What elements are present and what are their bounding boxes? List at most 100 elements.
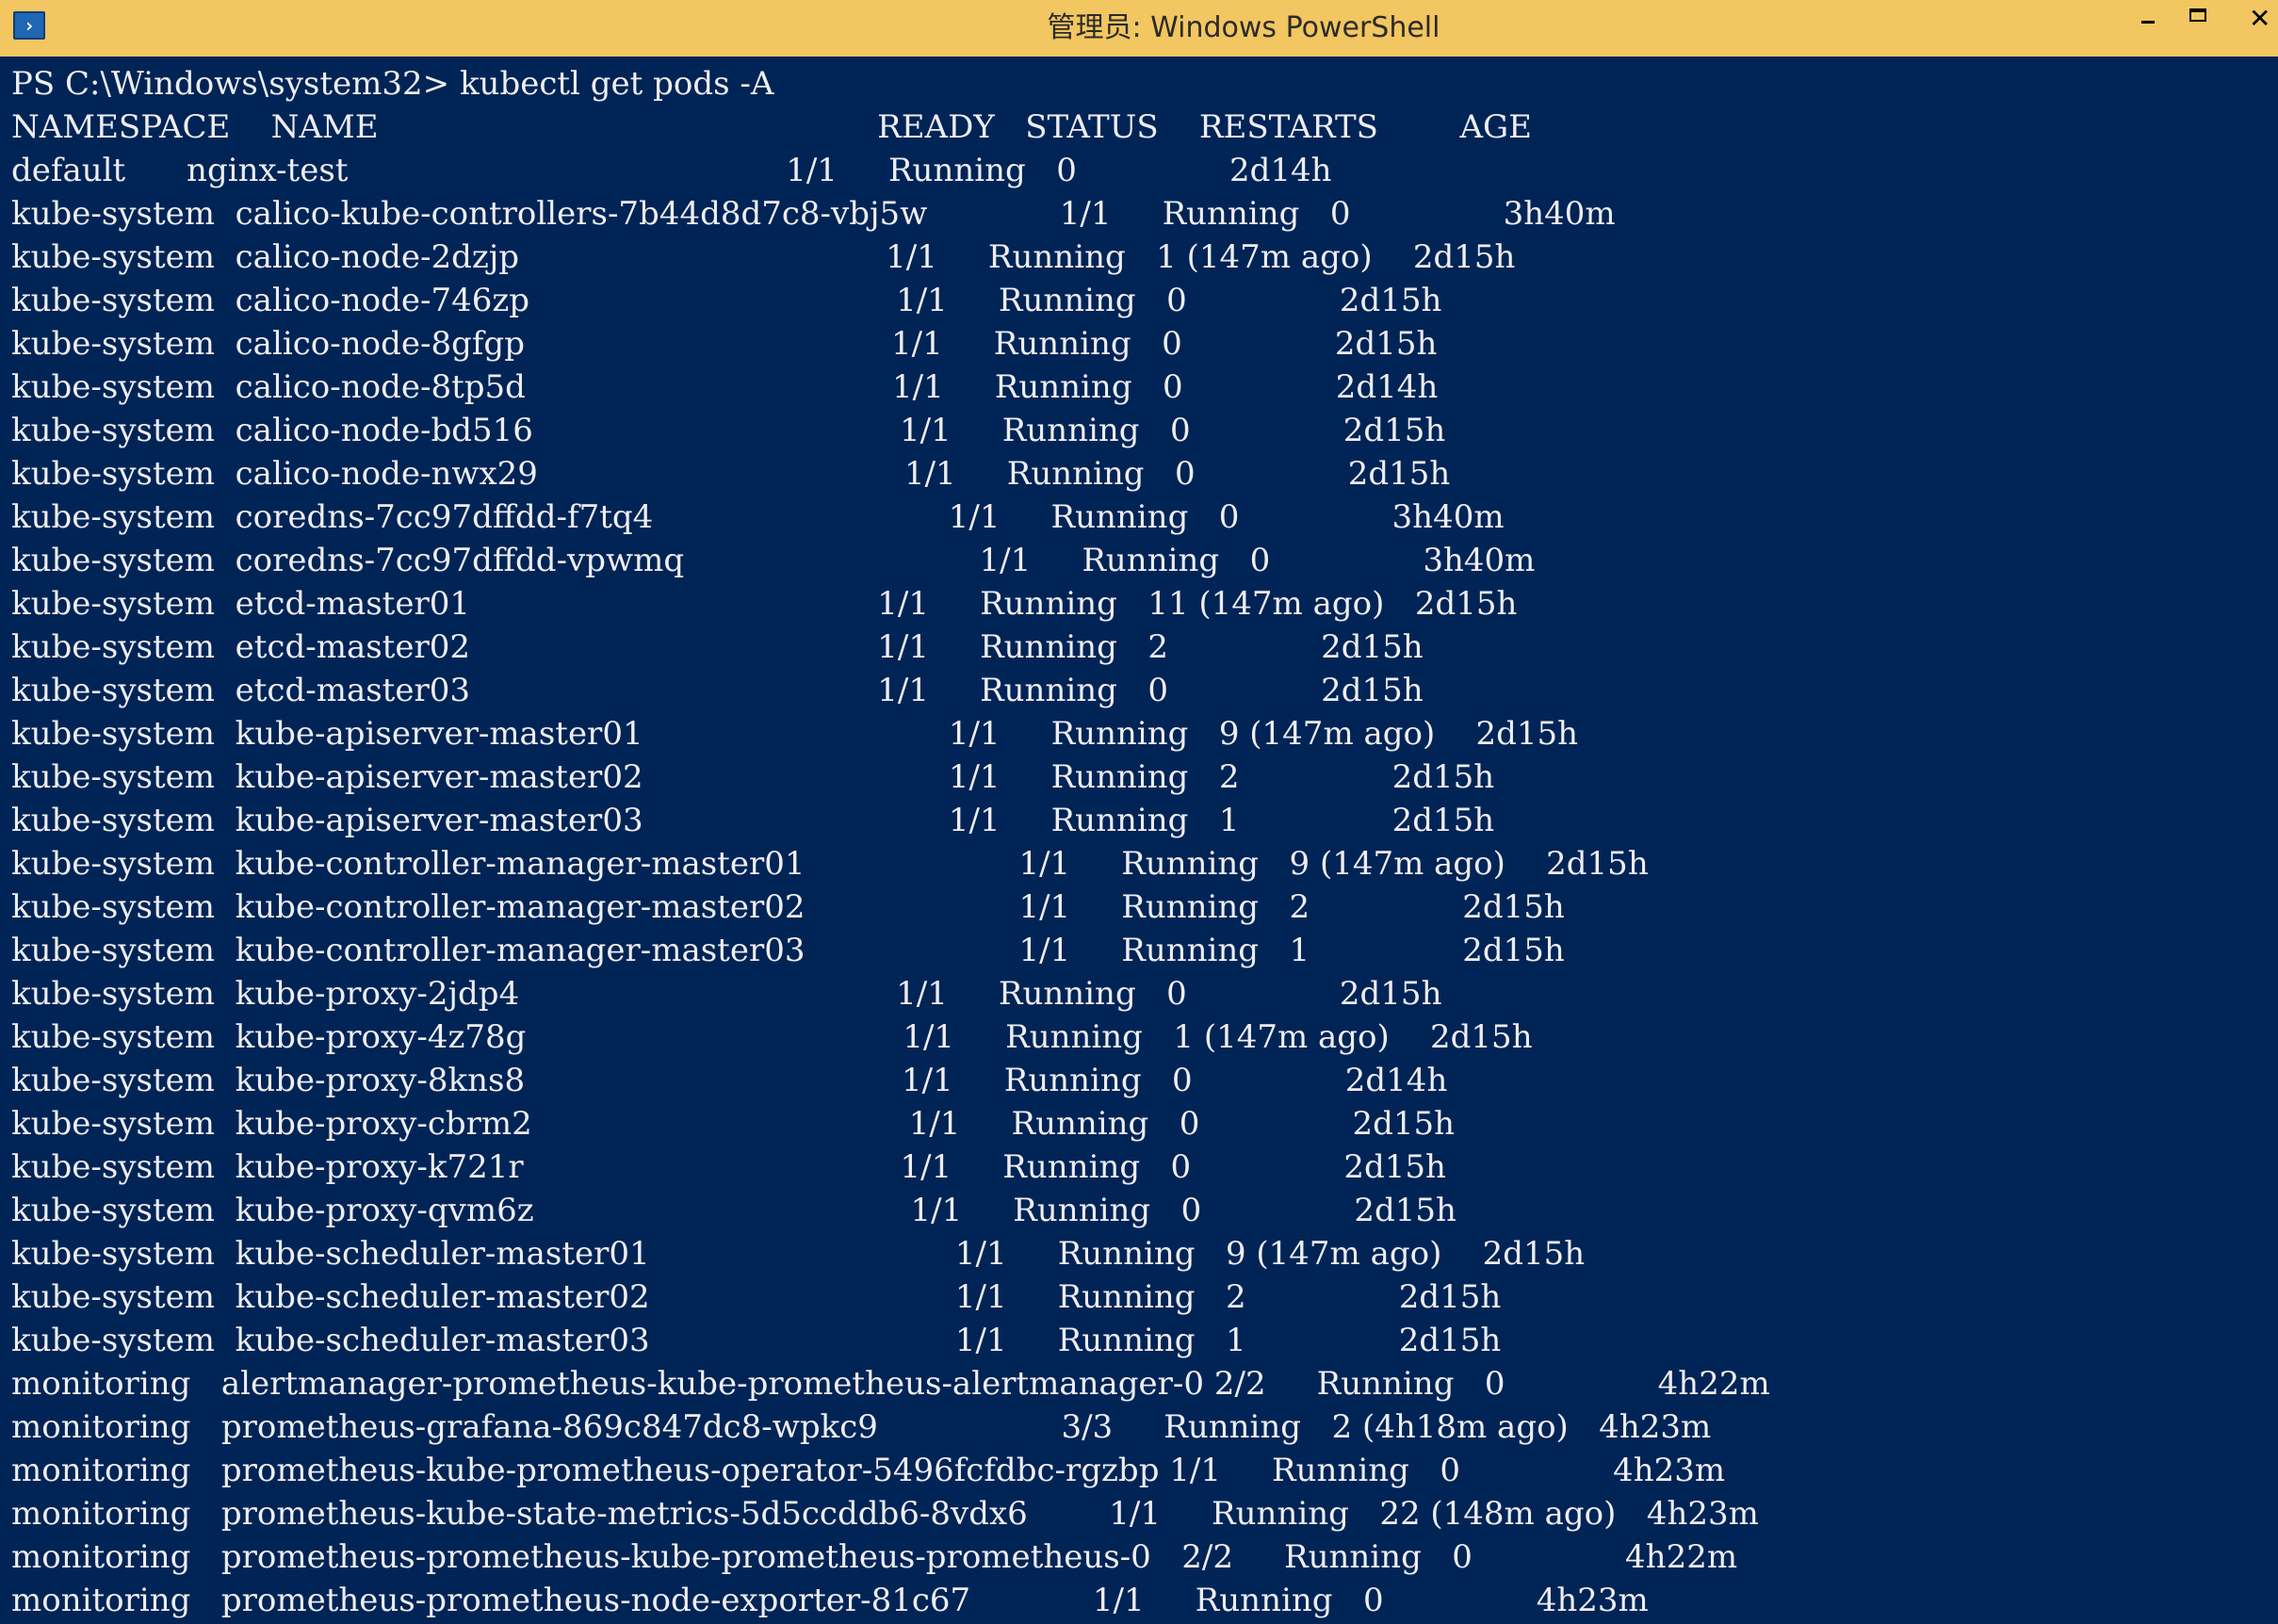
- cell-namespace: kube-system: [11, 1322, 216, 1359]
- cell-status: Running: [1057, 1322, 1196, 1359]
- cell-age: 3h40m: [1391, 498, 1505, 536]
- cell-name: alertmanager-prometheus-kube-prometheus-…: [220, 1365, 1205, 1403]
- window-title: 管理员: Windows PowerShell: [1047, 11, 1440, 44]
- cell-ready: 1/1: [948, 802, 1001, 839]
- cell-age: 2d15h: [1482, 1235, 1586, 1273]
- cell-ready: 1/1: [786, 152, 838, 189]
- table-row: kube-system coredns-7cc97dffdd-vpwmq 1/1…: [11, 539, 1770, 582]
- table-rows: default nginx-test 1/1 Running 0 2d14h ku…: [11, 149, 1770, 1622]
- cell-namespace: monitoring: [11, 1365, 191, 1403]
- table-row: kube-system calico-kube-controllers-7b44…: [11, 192, 1770, 235]
- cell-age: 2d15h: [1352, 1105, 1456, 1143]
- cell-ready: 1/1: [877, 585, 930, 623]
- cell-restarts: 0: [1362, 1582, 1384, 1619]
- cell-status: Running: [998, 282, 1136, 319]
- table-row: kube-system kube-controller-manager-mast…: [11, 929, 1770, 972]
- table-row: kube-system kube-apiserver-master03 1/1 …: [11, 799, 1770, 842]
- minimize-icon: [2141, 21, 2155, 24]
- cell-age: 2d15h: [1475, 715, 1579, 753]
- cell-namespace: kube-system: [11, 238, 216, 276]
- command-text: kubectl get pods -A: [459, 65, 774, 103]
- maximize-button[interactable]: [2172, 0, 2224, 40]
- cell-namespace: kube-system: [11, 932, 216, 969]
- cell-ready: 1/1: [1018, 888, 1071, 926]
- cell-restarts: 0: [1329, 195, 1351, 233]
- cell-name: prometheus-prometheus-kube-prometheus-pr…: [220, 1538, 1151, 1576]
- cell-restarts: 1 (147m ago): [1173, 1018, 1390, 1056]
- cell-ready: 1/1: [903, 1018, 955, 1056]
- cell-status: Running: [1284, 1538, 1422, 1576]
- table-row: default nginx-test 1/1 Running 0 2d14h: [11, 149, 1770, 192]
- cell-ready: 2/2: [1213, 1365, 1266, 1403]
- close-button[interactable]: ✕: [2224, 0, 2278, 40]
- cell-age: 2d14h: [1228, 152, 1332, 189]
- cell-status: Running: [1082, 542, 1220, 579]
- cell-age: 2d15h: [1342, 412, 1446, 449]
- cell-name: kube-scheduler-master03: [235, 1322, 650, 1359]
- table-row: kube-system kube-controller-manager-mast…: [11, 842, 1770, 885]
- cell-namespace: kube-system: [11, 1192, 216, 1229]
- cell-restarts: 0: [1169, 412, 1191, 449]
- cell-name: kube-scheduler-master01: [235, 1235, 650, 1273]
- cell-namespace: kube-system: [11, 412, 216, 449]
- cell-status: Running: [1121, 888, 1260, 926]
- cell-namespace: kube-system: [11, 715, 216, 753]
- console-output[interactable]: PS C:\Windows\system32> kubectl get pods…: [11, 62, 1770, 1622]
- command-line: PS C:\Windows\system32> kubectl get pods…: [11, 62, 1770, 106]
- cell-namespace: kube-system: [11, 888, 216, 926]
- cell-ready: 1/1: [1169, 1452, 1221, 1489]
- col-namespace: NAMESPACE: [11, 108, 231, 146]
- cell-age: 2d15h: [1354, 1192, 1456, 1229]
- table-row: kube-system kube-proxy-k721r 1/1 Running…: [11, 1145, 1770, 1189]
- cell-status: Running: [993, 325, 1131, 363]
- table-row: kube-system etcd-master03 1/1 Running 0 …: [11, 669, 1770, 712]
- cell-restarts: 9 (147m ago): [1218, 715, 1436, 753]
- minimize-button[interactable]: [2124, 0, 2172, 40]
- cell-restarts: 9 (147m ago): [1289, 845, 1505, 883]
- table-row: kube-system etcd-master02 1/1 Running 2 …: [11, 625, 1770, 669]
- table-row: kube-system kube-scheduler-master03 1/1 …: [11, 1319, 1770, 1362]
- cell-restarts: 0: [1163, 368, 1183, 406]
- cell-namespace: kube-system: [11, 368, 216, 406]
- cell-age: 4h22m: [1625, 1538, 1738, 1576]
- cell-age: 2d15h: [1343, 1148, 1446, 1186]
- cell-name: kube-proxy-k721r: [235, 1148, 524, 1186]
- cell-restarts: 2: [1147, 628, 1168, 666]
- cell-restarts: 0: [1179, 1105, 1200, 1143]
- table-row: kube-system kube-apiserver-master01 1/1 …: [11, 712, 1770, 755]
- title-bar[interactable]: › 管理员: Windows PowerShell ✕: [0, 0, 2278, 57]
- cell-restarts: 0: [1440, 1452, 1460, 1489]
- cell-ready: 1/1: [891, 368, 944, 406]
- cell-name: kube-apiserver-master02: [235, 758, 643, 796]
- cell-restarts: 0: [1175, 455, 1196, 493]
- col-name: NAME: [270, 108, 379, 146]
- cell-name: nginx-test: [187, 152, 349, 189]
- cell-status: Running: [1002, 1148, 1141, 1186]
- cell-ready: 1/1: [886, 238, 937, 276]
- console-area[interactable]: PS C:\Windows\system32> kubectl get pods…: [0, 57, 2278, 1624]
- cell-restarts: 11 (147m ago): [1147, 585, 1385, 623]
- cell-namespace: kube-system: [11, 672, 216, 709]
- cell-namespace: kube-system: [11, 455, 216, 493]
- cell-status: Running: [1050, 715, 1189, 753]
- cell-ready: 1/1: [948, 758, 1001, 796]
- table-row: kube-system calico-node-nwx29 1/1 Runnin…: [11, 452, 1770, 495]
- cell-age: 2d15h: [1391, 758, 1495, 796]
- cell-age: 2d14h: [1344, 1062, 1448, 1099]
- table-header: NAMESPACE NAME READY STATUS RESTARTS AGE: [11, 106, 1770, 149]
- cell-status: Running: [980, 628, 1117, 666]
- cell-age: 3h40m: [1423, 542, 1536, 579]
- table-row: monitoring prometheus-kube-prometheus-op…: [11, 1449, 1770, 1492]
- cell-restarts: 0: [1147, 672, 1168, 709]
- cell-status: Running: [1272, 1452, 1409, 1489]
- cell-name: kube-scheduler-master02: [235, 1278, 650, 1316]
- cell-restarts: 0: [1249, 542, 1271, 579]
- prompt: PS C:\Windows\system32>: [11, 65, 460, 103]
- cell-namespace: kube-system: [11, 542, 216, 579]
- cell-status: Running: [1057, 1278, 1196, 1316]
- cell-restarts: 0: [1172, 1062, 1193, 1099]
- table-row: monitoring prometheus-prometheus-node-ex…: [11, 1579, 1770, 1622]
- cell-namespace: monitoring: [11, 1582, 191, 1619]
- cell-ready: 1/1: [899, 412, 952, 449]
- cell-name: calico-node-bd516: [235, 412, 533, 449]
